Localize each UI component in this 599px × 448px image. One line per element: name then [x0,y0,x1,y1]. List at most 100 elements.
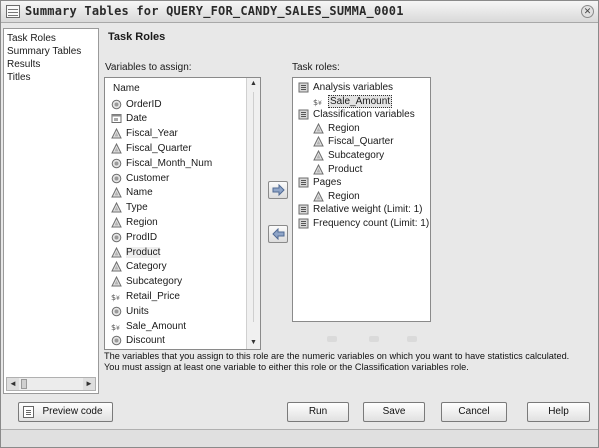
role-classification-icon [298,109,309,120]
variable-item-fiscal-quarter[interactable]: Fiscal_Quarter [111,141,192,155]
role-label: Analysis variables [313,82,394,93]
role-description: The variables that you assign to this ro… [104,351,594,373]
variable-name: Units [126,305,149,317]
nav-item-summary-tables[interactable]: Summary Tables [7,46,81,57]
variable-name: Date [126,113,148,125]
date-icon [111,113,122,124]
scroll-thumb[interactable] [21,379,27,389]
character-icon [111,142,122,154]
role-label: Sale_Amount [328,94,393,108]
currency-icon: $ ¥ [313,96,324,107]
variable-name: Fiscal_Quarter [126,142,192,154]
scroll-right-icon[interactable]: ► [83,378,95,390]
variable-item-retail-price[interactable]: $ ¥ Retail_Price [111,289,180,303]
variable-name: Sale_Amount [126,320,187,332]
variable-item-fiscal-month-num[interactable]: Fiscal_Month_Num [111,156,212,170]
variable-item-discount[interactable]: Discount [111,334,165,348]
variable-name: OrderID [126,98,162,110]
role-variable-region[interactable]: Region [313,122,360,135]
currency-icon: $ ¥ [111,291,122,302]
title-bar: Summary Tables for QUERY_FOR_CANDY_SALES… [1,1,598,23]
numeric-icon [111,158,122,169]
variable-item-subcategory[interactable]: Subcategory [111,275,182,289]
nav-item-results[interactable]: Results [7,59,40,70]
add-to-role-button[interactable] [268,181,288,199]
svg-text:¥: ¥ [116,295,120,302]
character-icon [313,136,324,147]
save-button[interactable]: Save [363,402,425,422]
role-variable-subcategory[interactable]: Subcategory [313,149,384,162]
nav-item-task-roles[interactable]: Task Roles [7,33,56,44]
role-pages[interactable]: Pages [298,176,341,189]
role-label: Subcategory [328,150,385,161]
variable-item-type[interactable]: Type [111,201,148,215]
role-frequency-icon [298,218,309,229]
variable-item-orderid[interactable]: OrderID [111,97,162,111]
nav-pane: Task Roles Summary Tables Results Titles… [3,28,99,394]
column-header-name[interactable]: Name [113,83,140,94]
variable-item-date[interactable]: Date [111,112,147,126]
variable-item-sale-amount[interactable]: $ ¥ Sale_Amount [111,319,186,333]
role-weight-icon [298,204,309,215]
nav-horizontal-scrollbar[interactable]: ◄ ► [6,377,96,391]
scroll-left-icon[interactable]: ◄ [7,378,19,390]
numeric-icon [111,173,122,184]
character-icon [111,201,122,213]
variable-name: Fiscal_Year [126,128,178,140]
variable-name: Fiscal_Month_Num [126,157,213,169]
variable-name: Subcategory [126,276,183,288]
scroll-up-icon[interactable]: ▲ [247,78,260,90]
help-button[interactable]: Help [527,402,590,422]
variable-item-name[interactable]: Name [111,186,153,200]
variable-item-product[interactable]: Product [111,245,161,259]
summary-tables-icon [6,5,20,18]
cancel-label: Cancel [458,406,490,417]
character-icon [313,163,324,175]
variables-scrollbar[interactable]: ▲ ▼ [246,78,260,349]
variable-item-category[interactable]: Category [111,260,167,274]
scroll-down-icon[interactable]: ▼ [247,337,260,349]
variable-item-region[interactable]: Region [111,215,158,229]
numeric-icon [111,335,122,346]
save-label: Save [382,406,406,417]
variable-item-customer[interactable]: Customer [111,171,169,185]
run-button[interactable]: Run [287,402,349,422]
role-label: Relative weight (Limit: 1) [313,204,423,216]
role-frequency-count-limit-1[interactable]: Frequency count (Limit: 1) [298,217,429,230]
role-variable-product[interactable]: Product [313,163,362,176]
role-label: Region [328,122,360,134]
variables-to-assign-label: Variables to assign: [105,62,192,73]
remove-from-role-button[interactable] [268,225,288,243]
role-variable-region[interactable]: Region [313,190,360,203]
dialog-window: Summary Tables for QUERY_FOR_CANDY_SALES… [0,0,599,448]
variable-name: Category [126,261,167,273]
arrow-right-icon [272,184,285,196]
window-title: Summary Tables for QUERY_FOR_CANDY_SALES… [25,4,404,18]
variable-item-fiscal-year[interactable]: Fiscal_Year [111,127,178,141]
character-icon [313,190,324,202]
variable-name: Region [126,216,158,228]
preview-code-label: Preview code [42,406,103,417]
svg-text:¥: ¥ [318,100,322,107]
variable-item-units[interactable]: Units [111,304,149,318]
nav-item-titles[interactable]: Titles [7,72,31,83]
role-relative-weight-limit-1[interactable]: Relative weight (Limit: 1) [298,203,422,216]
role-variable-sale-amount[interactable]: $ ¥ Sale_Amount [313,94,393,108]
cancel-button[interactable]: Cancel [441,402,507,422]
task-roles-tree[interactable]: Analysis variables $ ¥ Sale_Amount Classific… [292,77,431,322]
role-classification-variables[interactable]: Classification variables [298,108,415,121]
close-icon[interactable]: ✕ [581,5,594,18]
character-icon [111,246,122,258]
character-icon [111,216,122,228]
numeric-icon [111,306,122,317]
variables-list[interactable]: Name ▲ ▼ OrderID Date Fiscal_Year Fiscal_Qu… [104,77,261,350]
scroll-track[interactable] [253,92,254,322]
role-analysis-variables[interactable]: Analysis variables [298,81,393,94]
role-label: Product [328,163,363,175]
variable-item-prodid[interactable]: ProdID [111,230,157,244]
role-variable-fiscal-quarter[interactable]: Fiscal_Quarter [313,135,394,148]
character-icon [111,187,122,198]
numeric-icon [111,99,122,110]
role-label: Pages [313,177,342,189]
preview-code-button[interactable]: Preview code [18,402,113,422]
